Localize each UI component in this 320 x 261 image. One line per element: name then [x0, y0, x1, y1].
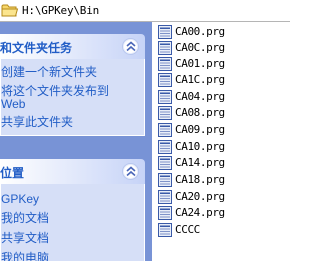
file-name: CA20.prg [175, 190, 225, 203]
file-name: CA0C.prg [175, 41, 225, 54]
file-tasks-panel: 和文件夹任务 创建一个新文件夹 将这个文件夹发布到 Web 共享此文件夹 [0, 34, 145, 136]
file-name: CA09.prg [175, 123, 225, 136]
prg-file-icon [158, 90, 172, 104]
file-tasks-title: 和文件夹任务 [0, 41, 73, 55]
file-tasks-header[interactable]: 和文件夹任务 [0, 34, 145, 59]
place-my-documents[interactable]: 我的文档 [1, 211, 49, 225]
file-name: CA04.prg [175, 90, 225, 103]
task-share-folder[interactable]: 共享此文件夹 [1, 115, 73, 129]
prg-file-icon [158, 106, 172, 120]
generic-file-icon [158, 223, 172, 237]
file-name: CA00.prg [175, 25, 225, 38]
file-name: CA24.prg [175, 206, 225, 219]
prg-file-icon [158, 41, 172, 55]
file-name: CA18.prg [175, 173, 225, 186]
prg-file-icon [158, 57, 172, 71]
collapse-button[interactable] [122, 163, 139, 180]
file-list: CA00.prg CA0C.prg CA01.prg CA1C.prg CA04… [152, 22, 290, 261]
task-pane: 和文件夹任务 创建一个新文件夹 将这个文件夹发布到 Web 共享此文件夹 位置 [0, 22, 152, 261]
folder-icon [1, 4, 19, 17]
chevron-up-icon [126, 41, 136, 52]
file-name: CA01.prg [175, 57, 225, 70]
prg-file-icon [158, 156, 172, 170]
file-name: CCCC [175, 223, 200, 236]
prg-file-icon [158, 173, 172, 187]
prg-file-icon [158, 123, 172, 137]
prg-file-icon [158, 140, 172, 154]
prg-file-icon [158, 25, 172, 39]
places-body: GPKey 我的文档 共享文档 我的电脑 [0, 184, 145, 261]
task-publish-to-web[interactable]: 将这个文件夹发布到 [1, 84, 109, 98]
file-name: CA14.prg [175, 156, 225, 169]
task-publish-to-web-line2[interactable]: Web [1, 97, 25, 111]
address-bar[interactable]: H:\GPKey\Bin [0, 0, 290, 22]
place-my-computer[interactable]: 我的电脑 [1, 251, 49, 261]
prg-file-icon [158, 206, 172, 220]
chevron-up-icon [126, 166, 136, 177]
collapse-button[interactable] [122, 38, 139, 55]
file-name: CA10.prg [175, 140, 225, 153]
file-name: CA1C.prg [175, 73, 225, 86]
places-header[interactable]: 位置 [0, 159, 145, 184]
task-new-folder[interactable]: 创建一个新文件夹 [1, 65, 97, 79]
places-title: 位置 [0, 166, 25, 180]
address-path[interactable]: H:\GPKey\Bin [22, 4, 99, 17]
file-tasks-body: 创建一个新文件夹 将这个文件夹发布到 Web 共享此文件夹 [0, 59, 145, 136]
places-panel: 位置 GPKey 我的文档 共享文档 我的电脑 [0, 159, 145, 261]
file-name: CA08.prg [175, 106, 225, 119]
place-gpkey[interactable]: GPKey [1, 192, 39, 206]
place-shared-documents[interactable]: 共享文档 [1, 231, 49, 245]
prg-file-icon [158, 73, 172, 87]
prg-file-icon [158, 190, 172, 204]
